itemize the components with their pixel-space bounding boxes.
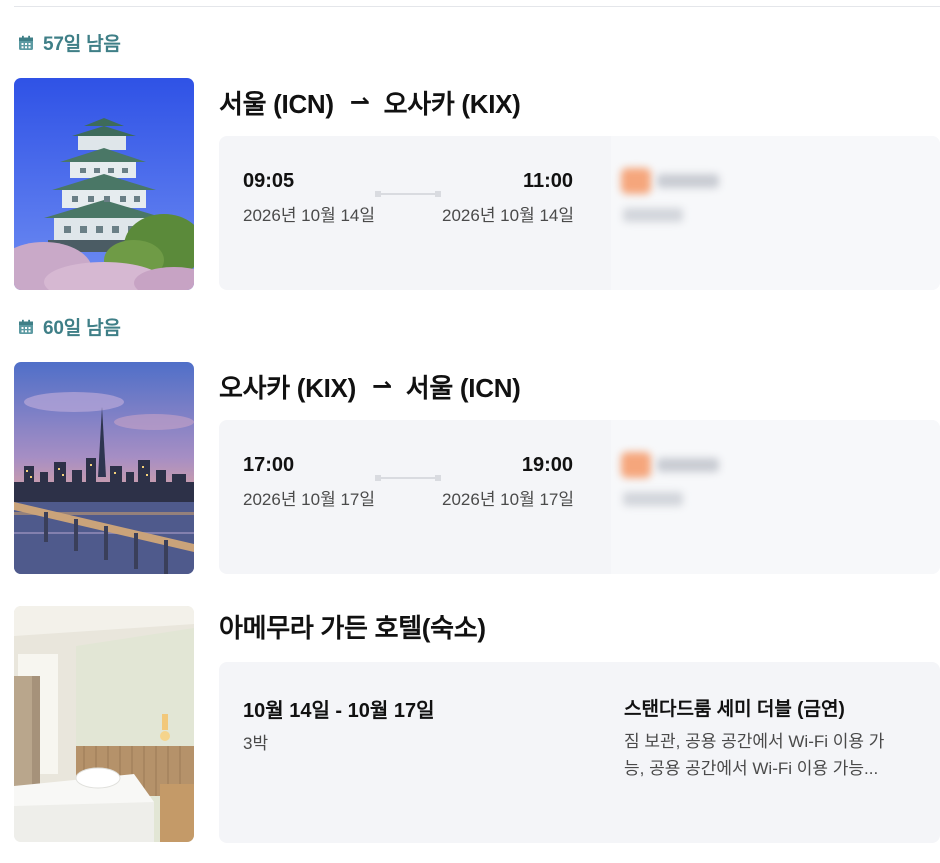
flight-connector-line xyxy=(375,475,441,481)
route-destination: 오사카 (KIX) xyxy=(383,89,521,119)
departure-time: 09:05 xyxy=(243,170,295,192)
countdown-badge: 57일 남음 xyxy=(18,29,121,56)
departure-date: 2026년 10월 17일 xyxy=(243,490,376,509)
flight-connector-line xyxy=(375,191,441,197)
departure-time: 17:00 xyxy=(243,454,295,476)
route-destination: 서울 (ICN) xyxy=(405,373,521,403)
airline-logo-icon xyxy=(621,452,651,478)
calendar-icon xyxy=(19,35,33,50)
route-origin: 서울 (ICN) xyxy=(219,89,334,119)
flight-route-title: 오사카 (KIX) ⇀ 서울 (ICN) xyxy=(219,368,521,405)
airline-info-redacted xyxy=(611,136,940,290)
stay-nights: 3박 xyxy=(243,734,269,753)
countdown-badge: 60일 남음 xyxy=(18,313,121,340)
arrival-time: 19:00 xyxy=(521,454,573,476)
arrival-date: 2026년 10월 14일 xyxy=(442,206,575,225)
seoul-skyline-photo[interactable] xyxy=(14,362,194,574)
arrival-date: 2026년 10월 17일 xyxy=(442,490,575,509)
arrow-right-icon: ⇀ xyxy=(371,373,392,400)
flight-route-title: 서울 (ICN) ⇀ 오사카 (KIX) xyxy=(219,84,521,121)
room-description: 짐 보관, 공용 공간에서 Wi-Fi 이용 가능, 공용 공간에서 Wi-Fi… xyxy=(624,732,885,778)
hotel-room-photo[interactable] xyxy=(14,606,194,842)
airline-info-redacted xyxy=(611,420,940,574)
hotel-title: 아메무라 가든 호텔(숙소) xyxy=(219,613,486,643)
airline-logo-icon xyxy=(621,168,651,194)
arrow-right-icon: ⇀ xyxy=(349,89,370,116)
hotel-card[interactable]: 10월 14일 - 10월 17일 3박 스탠다드룸 세미 더블 (금연) 짐 … xyxy=(219,662,940,843)
countdown-text: 57일 남음 xyxy=(43,34,121,55)
osaka-castle-photo[interactable] xyxy=(14,78,194,290)
stay-dates: 10월 14일 - 10월 17일 xyxy=(243,700,435,722)
countdown-text: 60일 남음 xyxy=(43,318,121,339)
flight-card[interactable]: 09:05 2026년 10월 14일 11:00 2026년 10월 14일 xyxy=(219,136,940,290)
room-name: 스탠다드룸 세미 더블 (금연) xyxy=(624,699,845,720)
calendar-icon xyxy=(19,319,33,334)
departure-date: 2026년 10월 14일 xyxy=(243,206,376,225)
top-divider xyxy=(14,6,940,7)
flight-card[interactable]: 17:00 2026년 10월 17일 19:00 2026년 10월 17일 xyxy=(219,420,940,574)
route-origin: 오사카 (KIX) xyxy=(219,373,356,403)
arrival-time: 11:00 xyxy=(522,170,573,192)
